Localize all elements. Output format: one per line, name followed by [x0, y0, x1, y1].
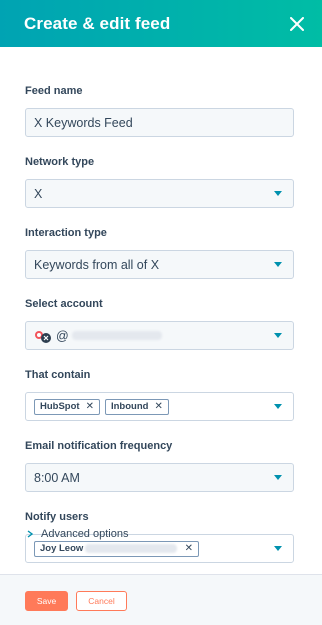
chevron-down-icon: [274, 475, 282, 480]
notify-users-label: Notify users: [25, 511, 89, 523]
network-type-select[interactable]: X: [25, 179, 294, 208]
user-tag: Joy Leow ✕: [34, 540, 199, 557]
keyword-tag-label: Inbound: [110, 401, 149, 412]
select-account-field: Select account @: [25, 297, 294, 350]
user-email-redacted: [84, 544, 177, 553]
email-frequency-value: 8:00 AM: [34, 470, 80, 485]
account-handle-prefix: @: [56, 328, 69, 343]
advanced-options-toggle[interactable]: Advanced options: [25, 528, 128, 540]
save-button[interactable]: Save: [25, 591, 68, 611]
network-type-label: Network type: [25, 156, 95, 168]
interaction-type-select[interactable]: Keywords from all of X: [25, 250, 294, 279]
chevron-down-icon: [274, 333, 282, 338]
chevron-right-icon: [27, 530, 34, 538]
interaction-type-field: Interaction type Keywords from all of X: [25, 226, 294, 279]
close-icon[interactable]: [287, 14, 307, 34]
select-account-label: Select account: [25, 298, 103, 310]
remove-user-icon[interactable]: ✕: [185, 543, 193, 554]
email-frequency-label: Email notification frequency: [25, 440, 173, 452]
select-account-select[interactable]: @: [25, 321, 294, 350]
account-avatar-icon: [34, 328, 52, 344]
interaction-type-label: Interaction type: [25, 227, 107, 239]
keyword-tag: Inbound ✕: [104, 398, 169, 415]
interaction-type-value: Keywords from all of X: [34, 257, 160, 272]
modal-header: Create & edit feed: [0, 0, 322, 47]
email-frequency-select[interactable]: 8:00 AM: [25, 463, 294, 492]
cancel-button[interactable]: Cancel: [76, 591, 127, 611]
email-frequency-field: Email notification frequency 8:00 AM: [25, 439, 294, 492]
that-contain-field: That contain HubSpot ✕ Inbound ✕: [25, 368, 294, 421]
advanced-options-label: Advanced options: [41, 528, 129, 540]
network-type-value: X: [34, 186, 43, 201]
remove-tag-icon[interactable]: ✕: [86, 401, 94, 412]
user-tag-label: Joy Leow: [40, 543, 84, 554]
feed-name-value: X Keywords Feed: [34, 115, 133, 130]
chevron-down-icon: [274, 191, 282, 196]
feed-name-field: Feed name X Keywords Feed: [25, 84, 294, 137]
that-contain-label: That contain: [25, 369, 91, 381]
chevron-down-icon: [274, 404, 282, 409]
chevron-down-icon: [274, 546, 282, 551]
feed-name-input[interactable]: X Keywords Feed: [25, 108, 294, 137]
modal-title: Create & edit feed: [24, 13, 171, 33]
feed-form: Feed name X Keywords Feed Network type X…: [25, 84, 294, 563]
account-handle-redacted: [71, 331, 162, 340]
keywords-input[interactable]: HubSpot ✕ Inbound ✕: [25, 392, 294, 421]
remove-tag-icon[interactable]: ✕: [154, 401, 162, 412]
keyword-tag: HubSpot ✕: [34, 398, 100, 415]
feed-name-label: Feed name: [25, 85, 83, 97]
keyword-tag-label: HubSpot: [40, 401, 80, 412]
network-type-field: Network type X: [25, 155, 294, 208]
chevron-down-icon: [274, 262, 282, 267]
